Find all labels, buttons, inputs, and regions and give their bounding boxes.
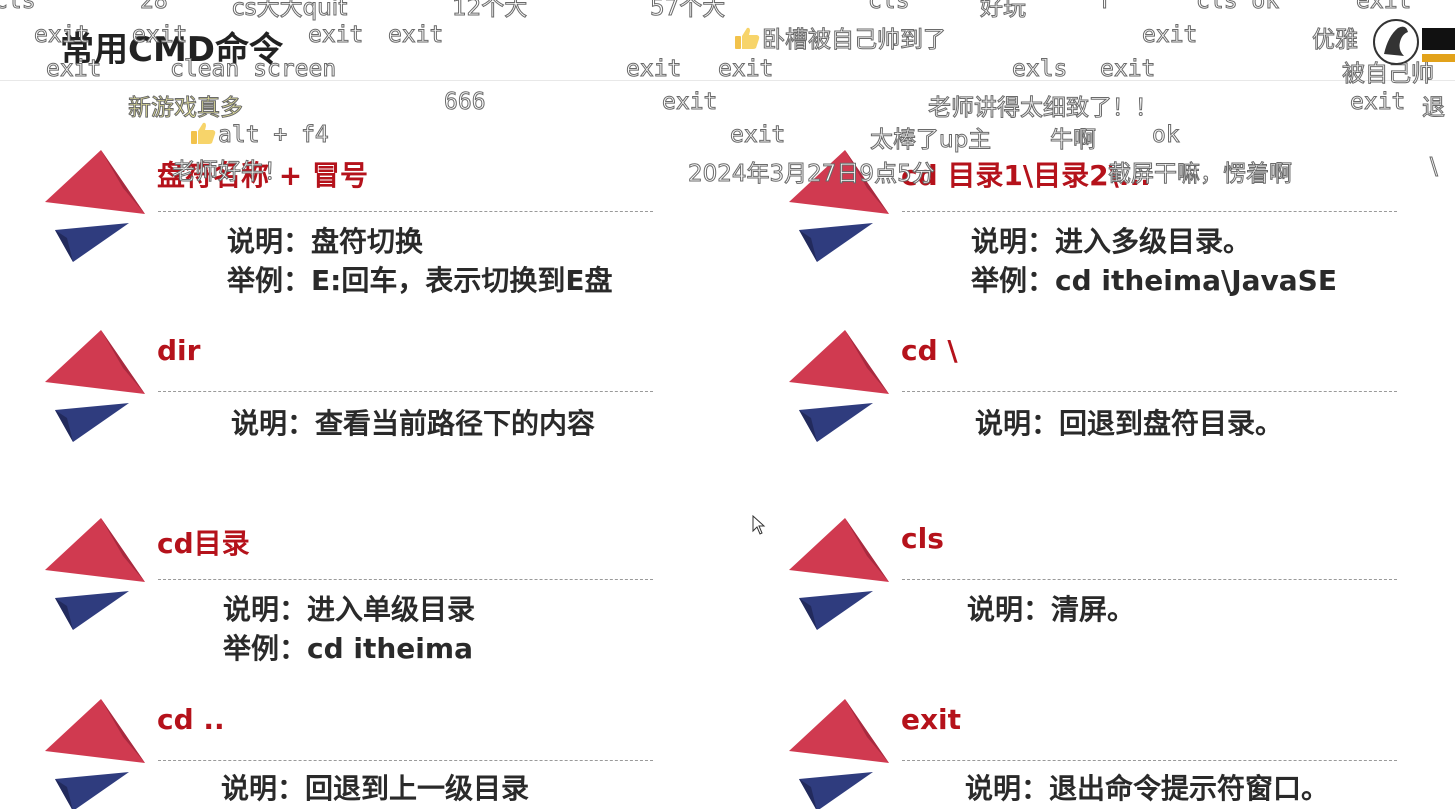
danmaku-comment: 截屏干嘛，愣着啊 <box>1108 161 1293 188</box>
command-description: 说明：查看当前路径下的内容 <box>231 404 595 443</box>
command-description: 说明：进入多级目录。 举例：cd itheima\JavaSE <box>971 222 1337 300</box>
danmaku-comment: exit <box>131 22 188 49</box>
description-line: 说明：盘符切换 <box>227 225 424 258</box>
red-blue-arrow-decoration-icon <box>45 330 145 442</box>
danmaku-comment: 退 <box>1422 95 1446 122</box>
danmaku-comment: exit <box>307 22 364 49</box>
danmaku-comment: alt + f4 <box>190 121 330 149</box>
danmaku-comment: 优雅 <box>1312 27 1359 54</box>
description-line: 说明：回退到盘符目录。 <box>975 407 1284 440</box>
dashed-divider <box>902 760 1397 761</box>
command-name: cd目录 <box>157 527 250 560</box>
danmaku-comment: exit <box>45 56 102 83</box>
danmaku-comment: exit <box>387 22 444 49</box>
description-line: 说明：清屏。 <box>967 593 1136 626</box>
command-name: dir <box>157 334 201 367</box>
danmaku-comment: exit <box>1099 56 1156 83</box>
danmaku-comment: 太棒了up主 <box>869 127 992 154</box>
dashed-divider <box>902 211 1397 212</box>
dashed-divider <box>158 760 653 761</box>
danmaku-comment: 28 <box>140 0 169 15</box>
dashed-divider <box>158 211 653 212</box>
example-line: 举例：cd itheima\JavaSE <box>971 264 1337 297</box>
description-line: 说明：退出命令提示符窗口。 <box>965 772 1330 805</box>
danmaku-comment: 新游戏真多 <box>128 95 244 122</box>
dashed-divider <box>902 391 1397 392</box>
command-name: cls <box>901 522 944 555</box>
mouse-pointer-icon <box>752 515 766 535</box>
danmaku-comment: 牛啊 <box>1050 127 1097 154</box>
danmaku-comment: cls <box>868 0 911 15</box>
thumbs-up-icon <box>735 27 760 49</box>
red-blue-arrow-decoration-icon <box>789 518 889 630</box>
danmaku-comment: 卧槽被自己帅到了 <box>734 20 947 54</box>
danmaku-comment: exit <box>717 56 774 83</box>
danmaku-comment: cls <box>0 0 36 15</box>
danmaku-comment: ok <box>1152 122 1181 149</box>
video-frame: 常用CMD命令 盘符名称 + 冒号 说明：盘符切换 举例：E:回车，表示切换到E… <box>0 0 1455 809</box>
danmaku-comment: 57个大 <box>649 0 726 22</box>
command-description: 说明：清屏。 <box>967 590 1135 629</box>
description-line: 说明：查看当前路径下的内容 <box>231 407 596 440</box>
danmaku-comment: 12个大 <box>451 0 528 22</box>
description-line: 说明：回退到上一级目录 <box>221 772 530 805</box>
danmaku-comment: exit <box>729 122 786 149</box>
danmaku-comment: 2024年3月27日9点5分 <box>688 161 936 188</box>
command-name: cd .. <box>157 703 225 736</box>
dashed-divider <box>158 579 653 580</box>
danmaku-comment: cs大大quit <box>231 0 348 22</box>
danmaku-comment: exit <box>1349 89 1406 116</box>
danmaku-text: 卧槽被自己帅到了 <box>762 27 947 54</box>
danmaku-comment: f <box>1098 0 1113 15</box>
danmaku-comment: exit <box>1355 0 1412 15</box>
red-blue-arrow-decoration-icon <box>45 150 145 262</box>
danmaku-comment: exit <box>661 89 718 116</box>
dashed-divider <box>902 579 1397 580</box>
red-blue-arrow-decoration-icon <box>789 330 889 442</box>
example-line: 举例：cd itheima <box>223 632 473 665</box>
danmaku-comment: exit <box>33 22 90 49</box>
command-name: cd \ <box>901 334 958 367</box>
danmaku-comment: 666 <box>444 89 487 116</box>
red-blue-arrow-decoration-icon <box>789 699 889 809</box>
danmaku-comment: 老师讲得太细致了！！ <box>928 95 1159 122</box>
command-description: 说明：盘符切换 举例：E:回车，表示切换到E盘 <box>227 222 612 300</box>
red-blue-arrow-decoration-icon <box>45 699 145 809</box>
danmaku-comment: clean screen <box>169 56 337 83</box>
command-description: 说明：回退到盘符目录。 <box>975 404 1283 443</box>
danmaku-comment: exls <box>1011 56 1068 83</box>
command-name: exit <box>901 703 962 736</box>
danmaku-comment: 好玩 <box>980 0 1027 22</box>
description-line: 说明：进入多级目录。 <box>971 225 1252 258</box>
command-description: 说明：退出命令提示符窗口。 <box>965 769 1329 808</box>
command-description: 说明：回退到上一级目录 <box>221 769 529 808</box>
example-line: 举例：E:回车，表示切换到E盘 <box>227 264 613 297</box>
danmaku-comment: exit <box>1141 22 1198 49</box>
dashed-divider <box>158 391 653 392</box>
danmaku-comment: cls ok <box>1195 0 1280 15</box>
channel-logo-icon <box>1373 19 1455 65</box>
red-blue-arrow-decoration-icon <box>45 518 145 630</box>
danmaku-comment: exit <box>625 56 682 83</box>
description-line: 说明：进入单级目录 <box>223 593 476 626</box>
danmaku-text: alt + f4 <box>218 122 330 149</box>
thumbs-up-icon <box>191 122 216 144</box>
danmaku-comment: \ <box>1430 154 1439 181</box>
danmaku-comment: 老师好牛！ <box>172 159 288 186</box>
command-description: 说明：进入单级目录 举例：cd itheima <box>223 590 475 668</box>
